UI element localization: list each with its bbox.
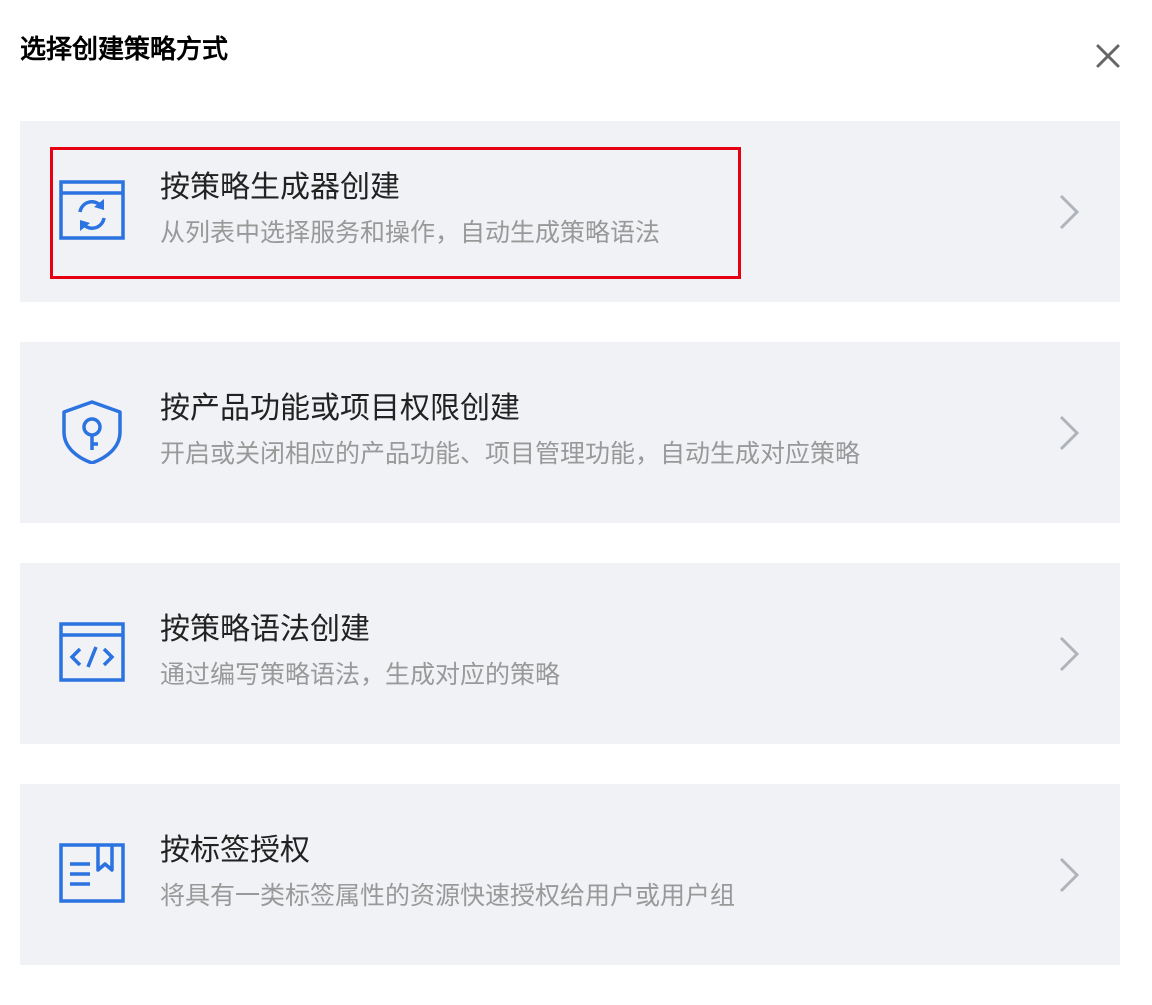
- option-text: 按策略生成器创建 从列表中选择服务和操作，自动生成策略语法: [160, 167, 660, 253]
- option-description: 从列表中选择服务和操作，自动生成策略语法: [160, 218, 661, 247]
- option-tag-authorization[interactable]: 按标签授权 将具有一类标签属性的资源快速授权给用户或用户组: [20, 784, 1120, 965]
- option-policy-generator[interactable]: 按策略生成器创建 从列表中选择服务和操作，自动生成策略语法: [20, 121, 1120, 302]
- tag-document-icon: [58, 842, 126, 906]
- policy-generator-icon: [58, 179, 126, 243]
- chevron-right-icon: [1059, 636, 1080, 672]
- shield-key-icon: [58, 400, 126, 465]
- option-title: 按产品功能或项目权限创建: [160, 391, 520, 426]
- option-text: 按产品功能或项目权限创建 开启或关闭相应的产品功能、项目管理功能，自动生成对应策…: [160, 388, 860, 474]
- option-text: 按策略语法创建 通过编写策略语法，生成对应的策略: [160, 609, 560, 695]
- option-list: 按策略生成器创建 从列表中选择服务和操作，自动生成策略语法 按产品功能或项目权限…: [20, 121, 1120, 1005]
- chevron-right-icon: [1059, 857, 1080, 893]
- option-policy-syntax[interactable]: 按策略语法创建 通过编写策略语法，生成对应的策略: [20, 563, 1120, 744]
- code-window-icon: [58, 621, 126, 685]
- option-description: 将具有一类标签属性的资源快速授权给用户或用户组: [160, 881, 736, 910]
- option-product-permission[interactable]: 按产品功能或项目权限创建 开启或关闭相应的产品功能、项目管理功能，自动生成对应策…: [20, 342, 1120, 523]
- option-description: 通过编写策略语法，生成对应的策略: [160, 660, 561, 689]
- chevron-right-icon: [1059, 194, 1080, 230]
- option-title: 按策略语法创建: [160, 612, 370, 647]
- close-button[interactable]: [1088, 36, 1128, 76]
- close-icon: [1096, 44, 1120, 68]
- option-title: 按策略生成器创建: [160, 170, 400, 205]
- option-description: 开启或关闭相应的产品功能、项目管理功能，自动生成对应策略: [160, 439, 861, 468]
- option-text: 按标签授权 将具有一类标签属性的资源快速授权给用户或用户组: [160, 830, 735, 916]
- option-title: 按标签授权: [160, 833, 310, 868]
- chevron-right-icon: [1059, 415, 1080, 451]
- dialog-title: 选择创建策略方式: [20, 35, 229, 65]
